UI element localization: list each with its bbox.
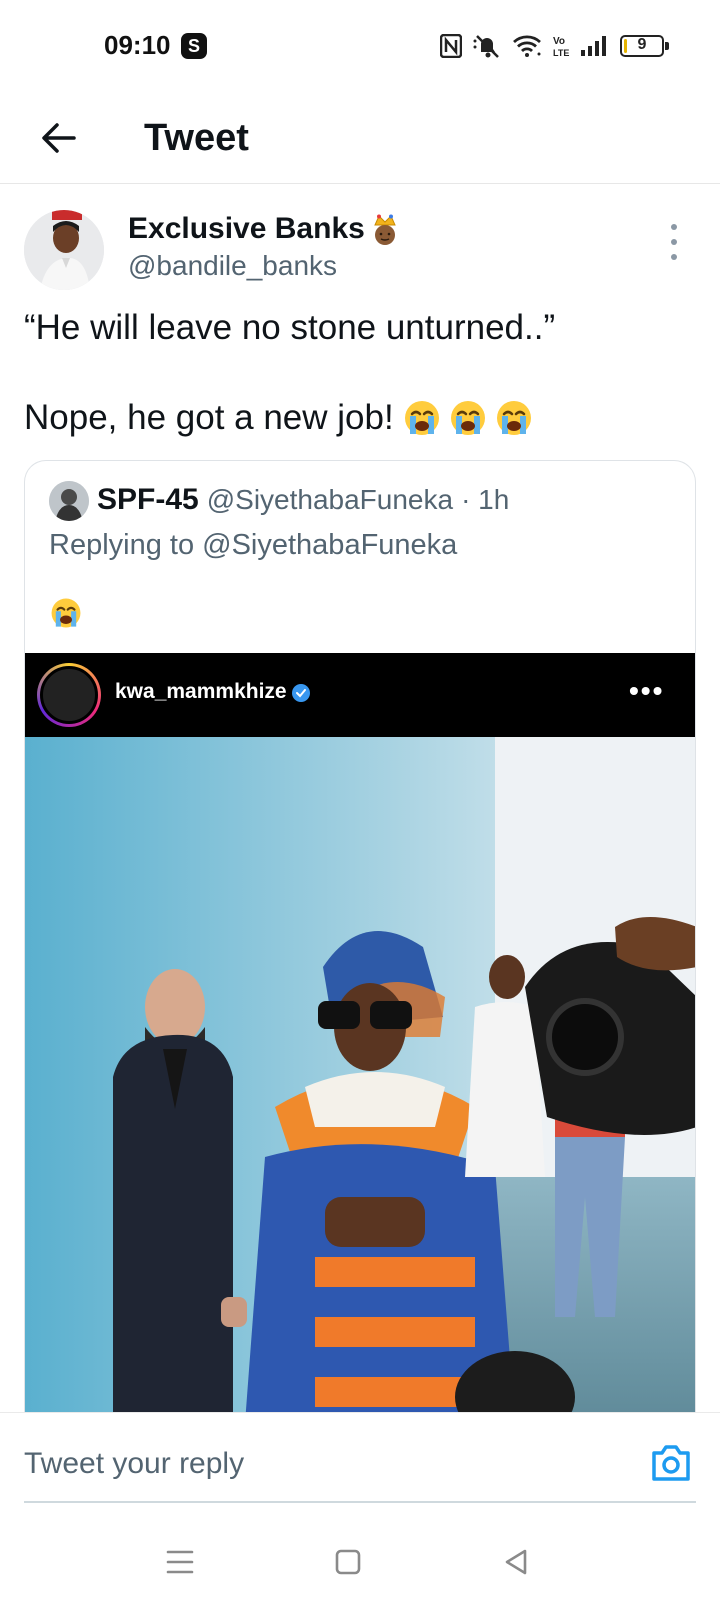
more-dot-icon	[671, 239, 677, 245]
svg-text:LTE: LTE	[553, 48, 569, 58]
system-nav-bar	[0, 1522, 720, 1600]
reply-input[interactable]: Tweet your reply	[24, 1447, 244, 1481]
author-avatar-image	[24, 210, 104, 290]
svg-text:Vo: Vo	[553, 36, 565, 47]
nfc-icon	[440, 34, 462, 58]
crying-emoji-icon	[496, 401, 531, 435]
quoted-tweet-card[interactable]: SPF-45 @SiyethabaFuneka · 1h Replying to…	[24, 460, 696, 1420]
author-handle[interactable]: @bandile_banks	[128, 250, 337, 282]
instagram-more-icon: •••	[629, 675, 665, 706]
tweet-text-line-2: Nope, he got a new job!	[24, 398, 394, 437]
home-nav-icon	[335, 1549, 361, 1575]
home-nav-button[interactable]	[328, 1542, 368, 1582]
mute-icon	[473, 35, 499, 58]
instagram-avatar	[37, 663, 101, 727]
quoted-media[interactable]: kwa_mammkhize •••	[25, 653, 695, 1420]
wifi-icon	[513, 35, 541, 57]
volte-icon: Vo LTE	[553, 36, 569, 58]
quoted-author-name: SPF-45	[97, 483, 199, 516]
crown-face-emoji-icon	[374, 214, 396, 245]
crying-emoji-icon	[51, 598, 81, 628]
author-name[interactable]: Exclusive Banks	[128, 212, 365, 246]
more-dot-icon	[671, 254, 677, 260]
battery-icon: 9	[620, 35, 669, 57]
author-name-row: Exclusive Banks	[128, 212, 401, 246]
menu-nav-button[interactable]	[160, 1542, 200, 1582]
back-button[interactable]	[30, 110, 86, 166]
top-app-bar: Tweet	[0, 92, 720, 184]
quoted-avatar-image	[49, 481, 89, 521]
signal-icon	[581, 36, 606, 56]
back-nav-button[interactable]	[496, 1542, 536, 1582]
author-avatar[interactable]	[24, 210, 104, 290]
more-options-button[interactable]	[664, 224, 684, 260]
arrow-left-icon	[42, 123, 76, 153]
instagram-header-bar: kwa_mammkhize •••	[25, 653, 695, 737]
status-time: 09:10	[104, 30, 171, 60]
status-icons: Vo LTE 9	[440, 30, 669, 62]
more-dot-icon	[671, 224, 677, 230]
quoted-header: SPF-45 @SiyethabaFuneka · 1h	[97, 483, 509, 517]
notification-badge: S	[181, 33, 207, 59]
reply-bar: Tweet your reply	[0, 1412, 720, 1522]
quoted-author-handle: @SiyethabaFuneka	[206, 484, 454, 515]
status-bar: 09:10 S Vo LTE 9	[0, 0, 720, 92]
back-nav-icon	[505, 1549, 527, 1575]
reply-underline	[24, 1501, 696, 1503]
page-title: Tweet	[144, 117, 249, 159]
quoted-replying-to: Replying to @SiyethabaFuneka	[49, 529, 458, 561]
crying-emoji-icon	[450, 401, 485, 435]
crying-emoji-icon	[404, 401, 439, 435]
verified-badge-icon	[292, 684, 310, 702]
crying-emoji-row	[402, 398, 534, 438]
battery-level: 9	[637, 36, 647, 53]
menu-nav-icon	[166, 1550, 194, 1574]
instagram-username: kwa_mammkhize	[115, 680, 287, 703]
camera-icon[interactable]	[650, 1443, 692, 1483]
quoted-author-avatar	[49, 481, 89, 521]
quoted-timestamp: · 1h	[461, 484, 510, 515]
tweet-text-line-2-row: Nope, he got a new job!	[24, 398, 534, 438]
tweet-photo	[25, 737, 695, 1420]
tweet-text-line-1: “He will leave no stone unturned..”	[24, 308, 556, 347]
